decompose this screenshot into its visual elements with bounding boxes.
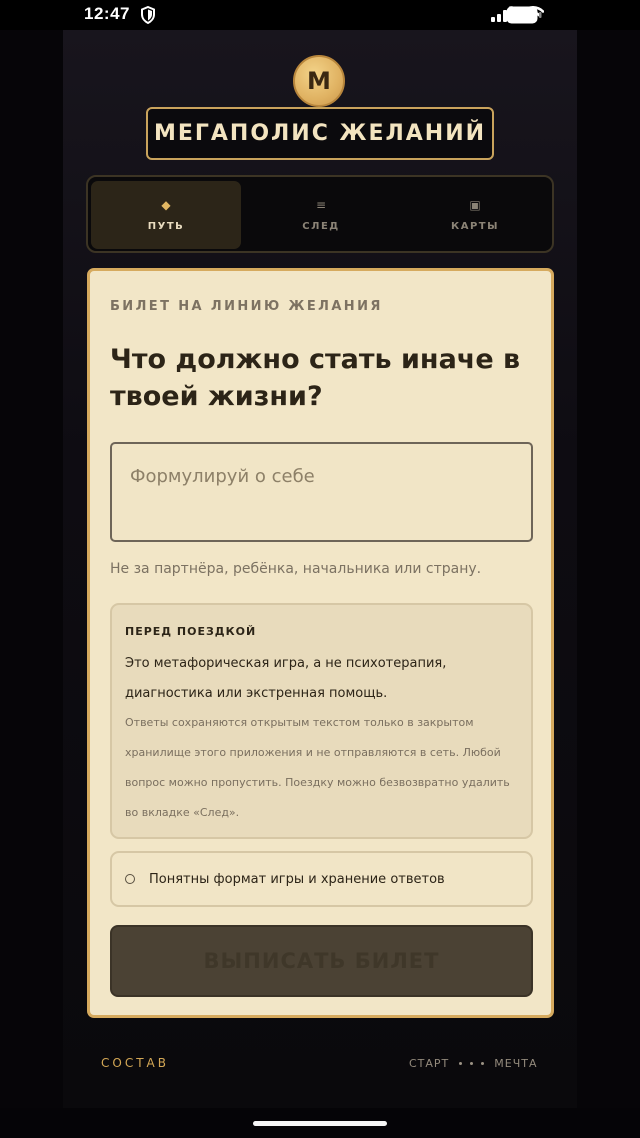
battery-icon bbox=[506, 6, 542, 24]
route-dots bbox=[459, 1062, 485, 1065]
route-dot bbox=[459, 1062, 463, 1065]
tab-cards[interactable]: ▣ КАРТЫ bbox=[400, 181, 550, 249]
disclaimer-main-text: Это метафорическая игра, а не психотерап… bbox=[125, 656, 447, 701]
answer-input[interactable] bbox=[110, 442, 533, 542]
backdrop-left bbox=[0, 30, 63, 1108]
route-end-label: МЕЧТА bbox=[494, 1057, 538, 1070]
status-bar: 12:47 bbox=[0, 0, 640, 30]
ticket-card: БИЛЕТ НА ЛИНИЮ ЖЕЛАНИЯ Что должно стать … bbox=[87, 268, 554, 1018]
consent-label: Понятны формат игры и хранение ответов bbox=[149, 871, 445, 887]
diamond-icon: ◆ bbox=[161, 197, 171, 212]
route-dot bbox=[481, 1062, 485, 1065]
consent-checkbox[interactable]: Понятны формат игры и хранение ответов bbox=[110, 851, 533, 907]
shield-icon bbox=[141, 6, 155, 24]
tab-trace-label: СЛЕД bbox=[302, 220, 340, 232]
route-indicator: СТАРТ МЕЧТА bbox=[409, 1057, 538, 1070]
card-icon: ▣ bbox=[469, 197, 481, 212]
app-title: МЕГАПОЛИС ЖЕЛАНИЙ bbox=[146, 107, 494, 160]
tab-trace[interactable]: ≡ СЛЕД bbox=[246, 181, 396, 249]
tab-cards-label: КАРТЫ bbox=[451, 220, 499, 232]
footer-composition-link[interactable]: СОСТАВ bbox=[101, 1056, 169, 1070]
home-indicator[interactable] bbox=[253, 1121, 387, 1126]
answer-hint: Не за партнёра, ребёнка, начальника или … bbox=[110, 561, 482, 577]
list-icon: ≡ bbox=[315, 197, 327, 212]
brand-logo: М bbox=[293, 55, 345, 107]
tab-path[interactable]: ◆ ПУТЬ bbox=[91, 181, 241, 249]
tab-bar: ◆ ПУТЬ ≡ СЛЕД ▣ КАРТЫ bbox=[86, 175, 554, 253]
status-time: 12:47 bbox=[84, 4, 130, 23]
tab-path-label: ПУТЬ bbox=[147, 220, 185, 232]
question-heading: Что должно стать иначе в твоей жизни? bbox=[110, 344, 521, 412]
disclaimer-title: ПЕРЕД ПОЕЗДКОЙ bbox=[125, 625, 257, 638]
radio-circle-icon bbox=[125, 874, 135, 884]
route-start-label: СТАРТ bbox=[409, 1057, 450, 1070]
disclaimer-panel: ПЕРЕД ПОЕЗДКОЙ Это метафорическая игра, … bbox=[110, 603, 533, 839]
backdrop-right bbox=[577, 30, 640, 1108]
route-dot bbox=[470, 1062, 474, 1065]
disclaimer-storage-text: Ответы сохраняются открытым текстом толь… bbox=[125, 716, 510, 819]
card-eyebrow: БИЛЕТ НА ЛИНИЮ ЖЕЛАНИЯ bbox=[110, 299, 383, 314]
issue-ticket-button[interactable]: ВЫПИСАТЬ БИЛЕТ bbox=[110, 925, 533, 997]
